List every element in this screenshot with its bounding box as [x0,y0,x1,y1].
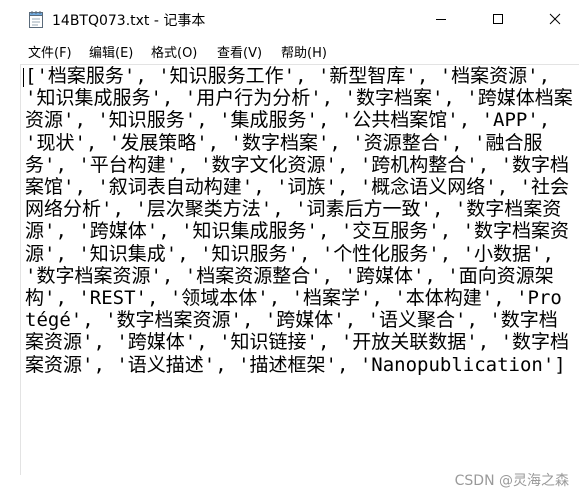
menu-format[interactable]: 格式(O) [151,42,197,61]
maximize-icon [493,14,503,24]
menu-bar: 文件(F) 编辑(E) 格式(O) 查看(V) 帮助(H) [0,38,579,64]
close-icon [549,13,561,25]
text-editor-area[interactable]: ['档案服务', '知识服务工作', '新型智库', '档案资源', '知识集成… [20,64,579,475]
notepad-window: 14BTQ073.txt - 记事本 文件(F) 编辑(E) 格式(O) 查看(… [0,0,579,496]
close-button[interactable] [532,0,578,38]
window-title: 14BTQ073.txt - 记事本 [52,13,206,29]
menu-file[interactable]: 文件(F) [28,42,72,61]
minimize-icon [436,19,446,20]
title-bar[interactable]: 14BTQ073.txt - 记事本 [0,0,579,38]
watermark: CSDN @灵海之森 [454,473,569,489]
menu-help[interactable]: 帮助(H) [281,42,327,61]
maximize-button[interactable] [475,0,521,38]
text-caret [23,68,24,87]
menu-view[interactable]: 查看(V) [217,42,262,61]
menu-edit[interactable]: 编辑(E) [89,42,133,61]
editor-content: ['档案服务', '知识服务工作', '新型智库', '档案资源', '知识集成… [25,65,573,376]
notepad-icon [28,10,44,28]
minimize-button[interactable] [418,0,464,38]
